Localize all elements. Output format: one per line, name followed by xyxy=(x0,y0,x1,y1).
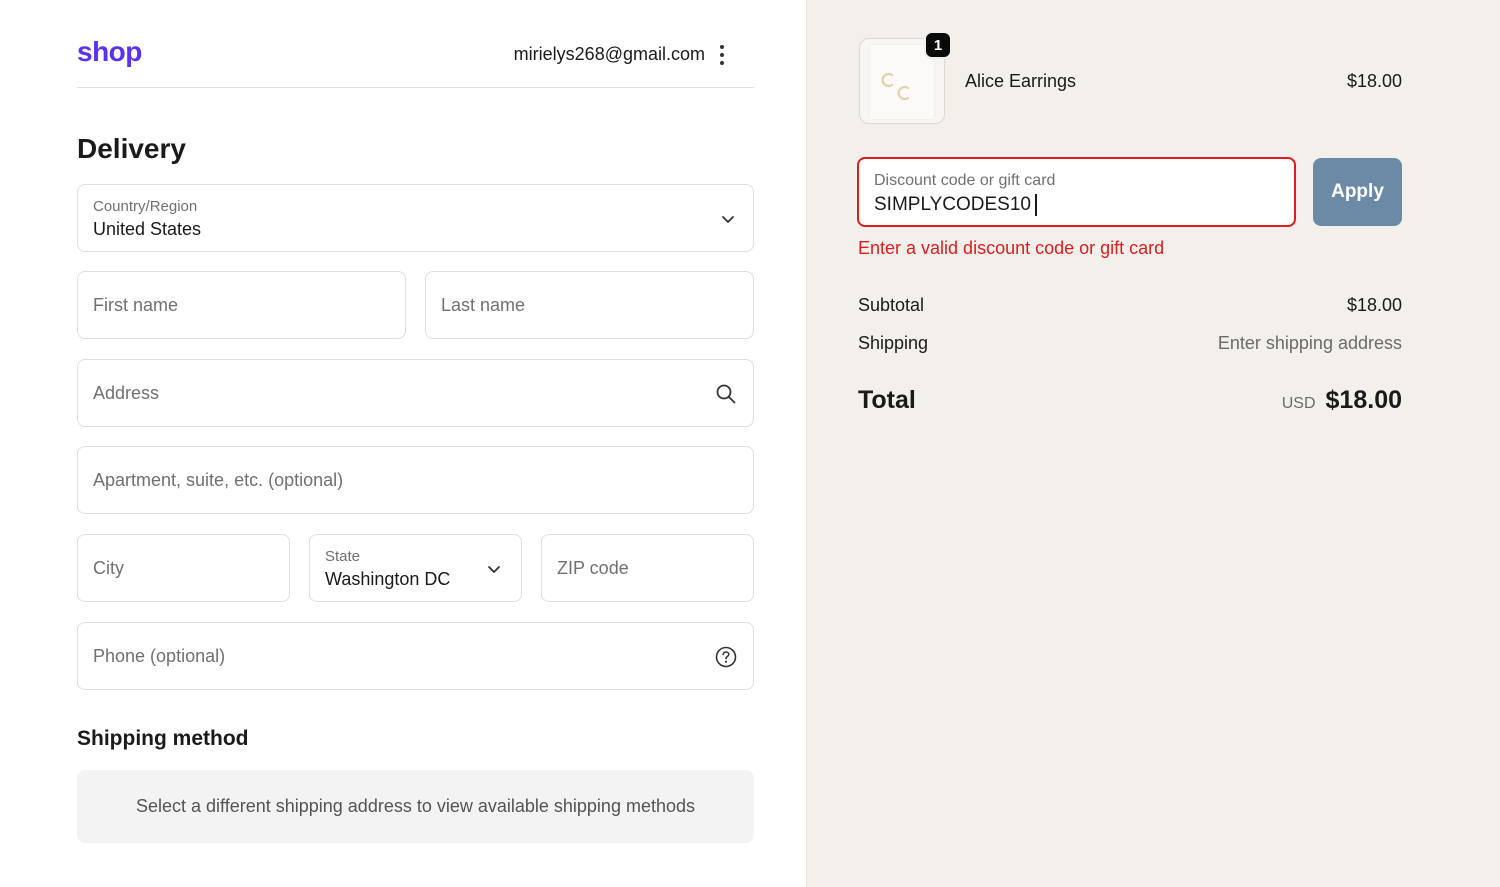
order-summary-panel xyxy=(806,0,1500,887)
subtotal-label: Subtotal xyxy=(858,295,925,315)
shop-logo[interactable]: shop xyxy=(77,36,142,68)
last-name-placeholder: Last name xyxy=(441,295,526,315)
quantity-badge: 1 xyxy=(924,31,952,59)
chevron-down-icon xyxy=(482,557,506,581)
shipping-method-title: Shipping method xyxy=(77,727,249,750)
country-select[interactable]: Country/Region United States xyxy=(77,184,754,252)
discount-error: Enter a valid discount code or gift card xyxy=(858,238,1165,258)
zip-placeholder: ZIP code xyxy=(557,558,629,578)
phone-placeholder: Phone (optional) xyxy=(93,646,226,666)
address-placeholder: Address xyxy=(93,383,160,403)
state-value: Washington DC xyxy=(325,569,451,589)
account-menu[interactable]: mirielys268@gmail.com xyxy=(514,44,725,65)
apartment-placeholder: Apartment, suite, etc. (optional) xyxy=(93,470,344,490)
city-placeholder: City xyxy=(93,558,124,578)
total-value: $18.00 xyxy=(1325,386,1402,414)
delivery-title: Delivery xyxy=(77,133,186,164)
country-label: Country/Region xyxy=(93,198,198,215)
chevron-down-icon xyxy=(716,207,740,231)
apartment-field[interactable]: Apartment, suite, etc. (optional) xyxy=(77,446,754,514)
kebab-menu-icon[interactable] xyxy=(719,44,725,65)
apply-button[interactable]: Apply xyxy=(1313,158,1402,226)
first-name-field[interactable]: First name xyxy=(77,271,406,339)
shipping-label: Shipping xyxy=(858,333,929,353)
header-divider xyxy=(77,87,754,88)
shipping-method-message: Select a different shipping address to v… xyxy=(135,796,695,816)
discount-value: SIMPLYCODES10 xyxy=(874,194,1031,215)
product-image xyxy=(870,45,934,119)
search-icon[interactable] xyxy=(714,382,738,406)
last-name-field[interactable]: Last name xyxy=(425,271,754,339)
total-amount: USD $18.00 xyxy=(1282,386,1402,415)
total-currency: USD xyxy=(1281,395,1316,412)
discount-input[interactable]: SIMPLYCODES10 xyxy=(874,194,1037,216)
address-field[interactable]: Address xyxy=(77,359,754,427)
country-value: United States xyxy=(93,219,202,239)
shipping-method-notice: Select a different shipping address to v… xyxy=(77,770,754,843)
question-circle-icon[interactable] xyxy=(714,645,738,669)
first-name-placeholder: First name xyxy=(93,295,179,315)
state-select[interactable]: State Washington DC xyxy=(309,534,522,602)
shipping-value: Enter shipping address xyxy=(1217,333,1402,353)
discount-label: Discount code or gift card xyxy=(874,172,1056,189)
item-price: $18.00 xyxy=(1346,71,1402,91)
discount-code-field[interactable]: Discount code or gift card SIMPLYCODES10 xyxy=(857,157,1296,227)
zip-field[interactable]: ZIP code xyxy=(541,534,754,602)
item-name: Alice Earrings xyxy=(965,71,1077,91)
state-label: State xyxy=(325,548,361,565)
total-label: Total xyxy=(858,386,916,414)
subtotal-value: $18.00 xyxy=(1346,295,1402,315)
city-field[interactable]: City xyxy=(77,534,290,602)
account-email: mirielys268@gmail.com xyxy=(513,44,705,64)
phone-field[interactable]: Phone (optional) xyxy=(77,622,754,690)
text-caret xyxy=(1034,194,1037,216)
checkout-form-panel: shop mirielys268@gmail.com Delivery Coun… xyxy=(0,0,806,887)
